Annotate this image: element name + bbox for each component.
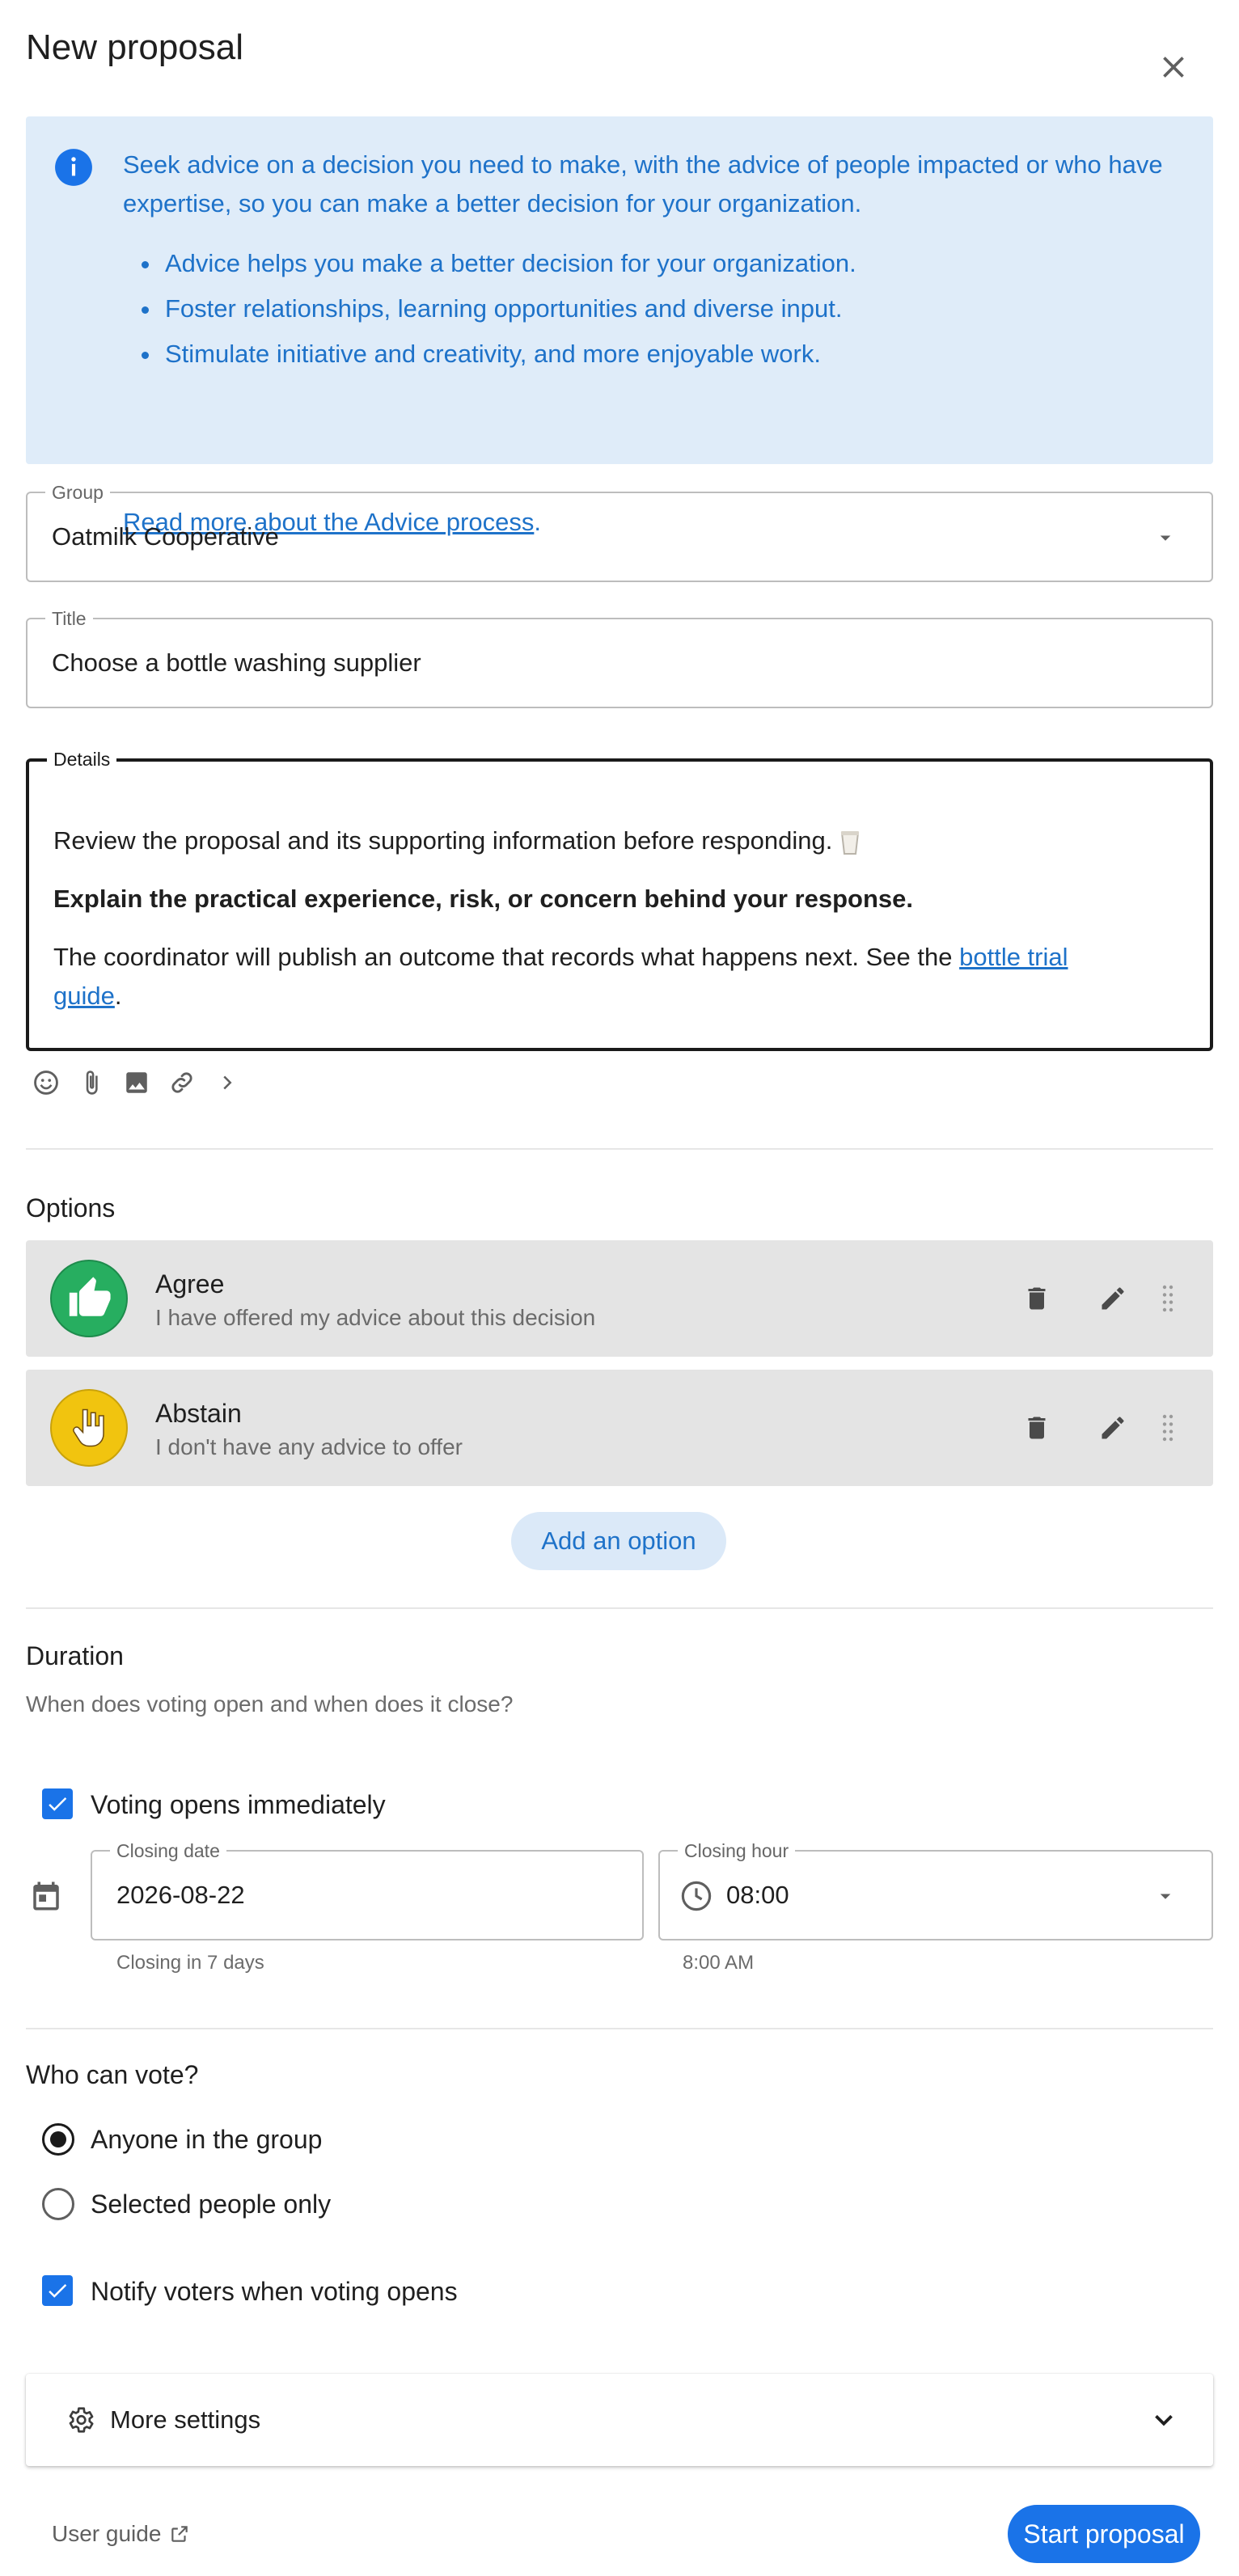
edit-icon[interactable] — [1092, 1407, 1134, 1449]
more-settings-label: More settings — [110, 2405, 261, 2434]
bottle-trial-link-cont[interactable]: guide — [53, 982, 115, 1010]
option-description: I don't have any advice to offer — [155, 1434, 463, 1459]
closing-date-label: Closing date — [110, 1840, 226, 1861]
chevron-down-icon — [1148, 2405, 1179, 2435]
info-intro: Seek advice on a decision you need to ma… — [123, 150, 1163, 217]
details-line-3-text: The coordinator will publish an outcome … — [53, 943, 960, 971]
closing-hour-select[interactable]: Closing hour 08:00 — [658, 1840, 1213, 1940]
closing-hour-helper: 8:00 AM — [683, 1952, 755, 1974]
start-proposal-button[interactable]: Start proposal — [1008, 2505, 1200, 2563]
user-guide-link[interactable]: User guide — [52, 2521, 190, 2547]
divider — [26, 2028, 1213, 2029]
radio-anyone-label: Anyone in the group — [91, 2125, 323, 2154]
details-line-2: Explain the practical experience, risk, … — [53, 885, 913, 913]
info-bullet: Stimulate initiative and creativity, and… — [162, 332, 856, 377]
info-bullets: Advice helps you make a better decision … — [162, 241, 856, 377]
divider — [26, 1607, 1213, 1609]
info-icon — [53, 147, 94, 188]
option-title: Agree — [155, 1269, 225, 1299]
info-bullet: Advice helps you make a better decision … — [162, 241, 856, 286]
drag-handle-icon[interactable] — [1155, 1277, 1181, 1320]
option-description: I have offered my advice about this deci… — [155, 1305, 596, 1330]
details-line-1: Review the proposal and its supporting i… — [53, 821, 861, 860]
dropdown-arrow-icon — [1160, 1894, 1171, 1899]
radio-selected-people-label: Selected people only — [91, 2190, 332, 2219]
closing-hour-value: 08:00 — [726, 1881, 789, 1909]
cup-icon — [839, 830, 861, 855]
emoji-icon[interactable] — [32, 1069, 60, 1096]
thumbs-up-icon — [50, 1260, 128, 1337]
gear-icon — [65, 2405, 95, 2435]
details-label: Details — [47, 749, 117, 770]
title-value: Choose a bottle washing supplier — [52, 648, 421, 677]
group-value: Oatmilk Cooperative — [52, 522, 279, 551]
closing-date-input[interactable]: Closing date 2026-08-22 — [91, 1840, 644, 1940]
clock-icon — [679, 1879, 713, 1913]
delete-icon[interactable] — [1016, 1277, 1058, 1320]
info-bullet: Foster relationships, learning opportuni… — [162, 286, 856, 332]
option-title: Abstain — [155, 1399, 242, 1428]
notify-voters-checkbox[interactable] — [42, 2275, 73, 2306]
close-button[interactable] — [1147, 40, 1200, 94]
duration-subtitle: When does voting open and when does it c… — [26, 1691, 514, 1717]
closing-date-helper: Closing in 7 days — [116, 1952, 264, 1974]
closing-date-value: 2026-08-22 — [116, 1881, 245, 1909]
image-icon[interactable] — [123, 1069, 150, 1096]
radio-selected-people[interactable] — [42, 2188, 74, 2220]
duration-title: Duration — [26, 1641, 124, 1670]
dropdown-arrow-icon — [1160, 535, 1171, 541]
divider — [26, 1148, 1213, 1150]
closing-hour-label: Closing hour — [678, 1840, 796, 1861]
check-icon — [49, 2284, 67, 2298]
details-editor[interactable]: Details Review the proposal and its supp… — [26, 749, 1213, 1051]
calendar-icon — [29, 1877, 63, 1915]
info-banner: Seek advice on a decision you need to ma… — [26, 116, 1213, 536]
option-abstain[interactable]: Abstain I don't have any advice to offer — [26, 1370, 1213, 1486]
chevron-right-icon[interactable] — [214, 1069, 241, 1096]
details-line-3-suffix: . — [114, 982, 122, 1010]
radio-anyone[interactable] — [42, 2123, 74, 2156]
group-select[interactable]: Group Oatmilk Cooperative — [26, 482, 1213, 582]
add-option-button[interactable]: Add an option — [511, 1512, 726, 1570]
editor-toolbar — [32, 1069, 241, 1096]
details-line-1-text: Review the proposal and its supporting i… — [53, 826, 833, 855]
voters-title: Who can vote? — [26, 2060, 199, 2089]
drag-handle-icon[interactable] — [1155, 1407, 1181, 1449]
group-label: Group — [45, 482, 110, 503]
page-title: New proposal — [26, 27, 244, 67]
option-agree[interactable]: Agree I have offered my advice about thi… — [26, 1240, 1213, 1357]
edit-icon[interactable] — [1092, 1277, 1134, 1320]
more-settings-expander[interactable]: More settings — [26, 2374, 1213, 2466]
delete-icon[interactable] — [1016, 1407, 1058, 1449]
attachment-icon[interactable] — [78, 1069, 105, 1096]
user-guide-label: User guide — [52, 2521, 162, 2546]
title-input[interactable]: Title Choose a bottle washing supplier — [26, 608, 1213, 708]
link-icon[interactable] — [168, 1069, 196, 1096]
options-title: Options — [26, 1193, 116, 1223]
details-line-3: The coordinator will publish an outcome … — [53, 938, 1186, 1016]
close-icon — [1163, 57, 1184, 78]
check-icon — [49, 1797, 67, 1811]
bottle-trial-link[interactable]: bottle trial — [959, 943, 1068, 971]
hand-icon — [50, 1389, 128, 1467]
notify-voters-label: Notify voters when voting opens — [91, 2277, 458, 2306]
external-link-icon — [171, 2526, 188, 2542]
voting-opens-checkbox[interactable] — [42, 1788, 73, 1819]
voting-opens-label: Voting opens immediately — [91, 1790, 386, 1819]
title-label: Title — [45, 608, 93, 629]
